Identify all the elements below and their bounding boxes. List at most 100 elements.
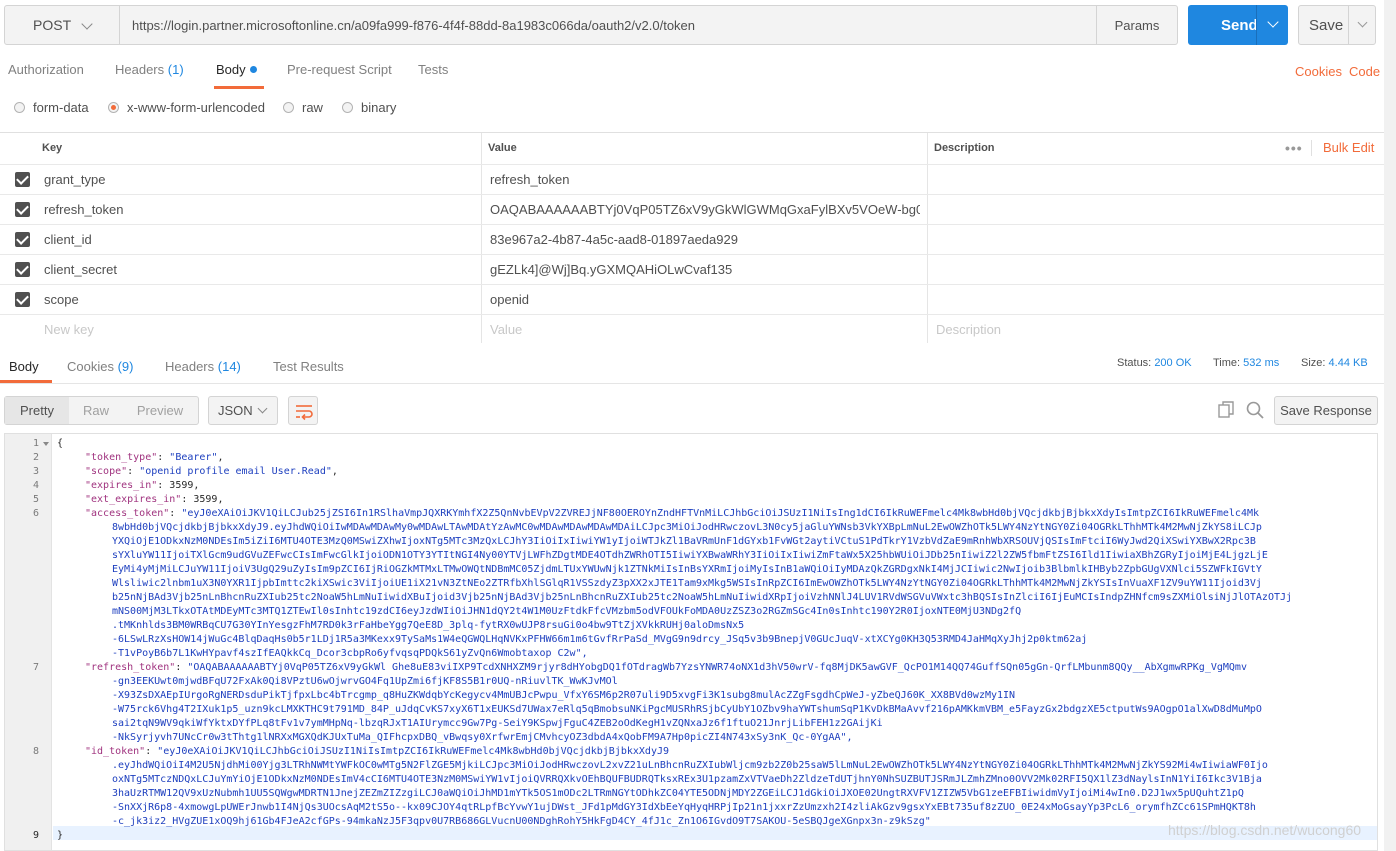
code-line: Wlsliwic2lnbm1uX3N0YXR1IjpbImttc2kiXSwic… xyxy=(112,578,1262,589)
row-key[interactable]: client_id xyxy=(44,225,92,255)
tab-tests[interactable]: Tests xyxy=(418,62,448,77)
view-pretty-button[interactable]: Pretty xyxy=(5,397,69,424)
tab-body[interactable]: Body xyxy=(216,62,257,77)
line-number: 2 xyxy=(32,452,39,463)
bulk-edit-link[interactable]: Bulk Edit xyxy=(1323,133,1374,163)
params-button[interactable]: Params xyxy=(1096,5,1178,45)
json-separator: : xyxy=(175,662,188,673)
column-header-key: Key xyxy=(42,142,63,154)
chevron-down-icon xyxy=(81,18,93,30)
tab-authorization[interactable]: Authorization xyxy=(8,62,84,77)
save-response-button[interactable]: Save Response xyxy=(1274,396,1378,425)
checkbox-checked-icon[interactable] xyxy=(15,292,30,307)
table-row: refresh_token OAQABAAAAAABTYj0VqP05TZ6xV… xyxy=(0,194,1384,224)
save-divider xyxy=(1348,6,1349,44)
search-icon[interactable] xyxy=(1245,400,1265,420)
row-value[interactable]: OAQABAAAAAABTYj0VqP05TZ6xV9yGkWlGWMqGxaF… xyxy=(490,195,920,225)
json-punctuation: , xyxy=(331,466,338,477)
new-description-input[interactable]: Description xyxy=(936,315,1001,345)
fold-arrow-icon[interactable] xyxy=(43,442,49,446)
wrap-lines-button[interactable] xyxy=(288,396,318,425)
code-line: "token_type": "Bearer", xyxy=(85,451,224,465)
time-readout: Time: 532 ms xyxy=(1213,357,1279,369)
json-separator: : xyxy=(157,480,170,491)
row-value[interactable]: 83e967a2-4b87-4a5c-aad8-01897aeda929 xyxy=(490,225,738,255)
code-line: 8wbHd0bjVQcjdkbjBjbkxXdyJ9.eyJhdWQiOiIwM… xyxy=(112,522,1262,533)
json-key: "refresh_token" xyxy=(85,662,176,673)
window-scrollbar[interactable] xyxy=(1384,0,1396,851)
send-button[interactable]: Send xyxy=(1188,5,1288,45)
code-line: 3haUzRTMW12QV9xUzNubmh1UU5SQWgwMDRTN1Jne… xyxy=(112,788,1244,799)
checkbox-checked-icon[interactable] xyxy=(15,262,30,277)
chevron-down-icon[interactable] xyxy=(1357,17,1368,28)
radio-label: raw xyxy=(302,100,323,115)
checkbox-checked-icon[interactable] xyxy=(15,232,30,247)
radio-x-www-form-urlencoded[interactable]: x-www-form-urlencoded xyxy=(108,100,265,115)
line-number: 3 xyxy=(32,466,39,477)
tab-label: Headers xyxy=(165,359,215,374)
response-tab-headers[interactable]: Headers (14) xyxy=(165,359,241,374)
radio-label: x-www-form-urlencoded xyxy=(127,100,265,115)
copy-icon[interactable] xyxy=(1216,400,1236,420)
row-value[interactable]: openid xyxy=(490,285,529,315)
response-tab-test-results[interactable]: Test Results xyxy=(273,359,344,374)
line-number: 6 xyxy=(32,508,39,519)
size-readout: Size: 4.44 KB xyxy=(1301,357,1368,369)
new-value-input[interactable]: Value xyxy=(490,315,522,345)
row-key[interactable]: grant_type xyxy=(44,165,105,195)
save-button[interactable]: Save xyxy=(1298,5,1376,45)
table-row: grant_type refresh_token xyxy=(0,164,1384,194)
row-value[interactable]: gEZLk4]@Wj]Bq.yGXMQAHiOLwCvaf135 xyxy=(490,255,732,285)
json-value: "eyJ0eXAiOiJKV1QiLCJhbGciOiJSUzI1NiIsImt… xyxy=(157,746,670,757)
checkbox-checked-icon[interactable] xyxy=(15,172,30,187)
tab-label: Test Results xyxy=(273,359,344,374)
json-separator: : xyxy=(169,508,182,519)
more-icon[interactable]: ••• xyxy=(1285,133,1303,163)
code-line: -SnXXjR6p8-4xmowgLpUWErJnwb1I4NjQs3UOcsA… xyxy=(112,802,1256,813)
row-key[interactable]: scope xyxy=(44,285,79,315)
send-label: Send xyxy=(1221,16,1258,34)
row-key[interactable]: client_secret xyxy=(44,255,117,285)
row-key[interactable]: refresh_token xyxy=(44,195,124,225)
tab-pre-request-script[interactable]: Pre-request Script xyxy=(287,62,392,77)
status-label: Status: xyxy=(1117,357,1152,369)
view-raw-button[interactable]: Raw xyxy=(69,397,123,424)
cookies-link[interactable]: Cookies xyxy=(1295,64,1342,79)
chevron-down-icon[interactable] xyxy=(1267,16,1279,28)
url-input[interactable]: https://login.partner.microsoftonline.cn… xyxy=(119,5,1097,45)
response-body-editor[interactable]: 1 {2 "token_type": "Bearer", 3 "scope": "ope… xyxy=(4,433,1378,851)
row-value[interactable]: refresh_token xyxy=(490,165,570,195)
radio-binary[interactable]: binary xyxy=(342,100,396,115)
radio-form-data[interactable]: form-data xyxy=(14,100,89,115)
response-tab-cookies[interactable]: Cookies (9) xyxy=(67,359,133,374)
radio-raw[interactable]: raw xyxy=(283,100,323,115)
checkbox-checked-icon[interactable] xyxy=(15,202,30,217)
response-tab-body[interactable]: Body xyxy=(9,359,39,374)
json-key: "ext_expires_in" xyxy=(85,494,182,505)
active-tab-indicator xyxy=(0,380,52,383)
method-select[interactable]: POST xyxy=(4,5,120,45)
json-value: "eyJ0eXAiOiJKV1QiLCJub25jZSI6In1RSlhaVmp… xyxy=(181,508,1260,519)
radio-icon xyxy=(14,102,25,113)
tab-label: Tests xyxy=(418,62,449,77)
chevron-down-icon xyxy=(257,403,268,414)
json-key: "access_token" xyxy=(85,508,170,519)
radio-label: binary xyxy=(361,100,397,115)
code-line: sai2tqN9WV9qkiWfYktxDYfPLq8tFv1v7ymMHpNq… xyxy=(112,718,883,729)
json-punctuation: , xyxy=(217,494,224,505)
view-preview-button[interactable]: Preview xyxy=(127,397,193,424)
wrap-lines-icon xyxy=(296,405,313,421)
code-line: "ext_expires_in": 3599, xyxy=(85,493,224,507)
code-line: { xyxy=(57,438,64,449)
tab-headers[interactable]: Headers (1) xyxy=(115,62,184,77)
new-key-input[interactable]: New key xyxy=(44,315,94,345)
tab-count: (14) xyxy=(217,359,241,374)
save-label: Save xyxy=(1309,16,1344,34)
code-link[interactable]: Code xyxy=(1349,64,1380,79)
json-separator: : xyxy=(145,746,158,757)
request-bar: POST https://login.partner.microsoftonli… xyxy=(0,0,1396,52)
format-select[interactable]: JSON xyxy=(208,396,278,425)
json-punctuation: , xyxy=(193,480,200,491)
code-line: YXQiOjE1ODkxNzM0NDEsIm5iZiI6MTU4OTE3MzQ0… xyxy=(112,536,1256,547)
column-header-description: Description xyxy=(934,142,995,154)
